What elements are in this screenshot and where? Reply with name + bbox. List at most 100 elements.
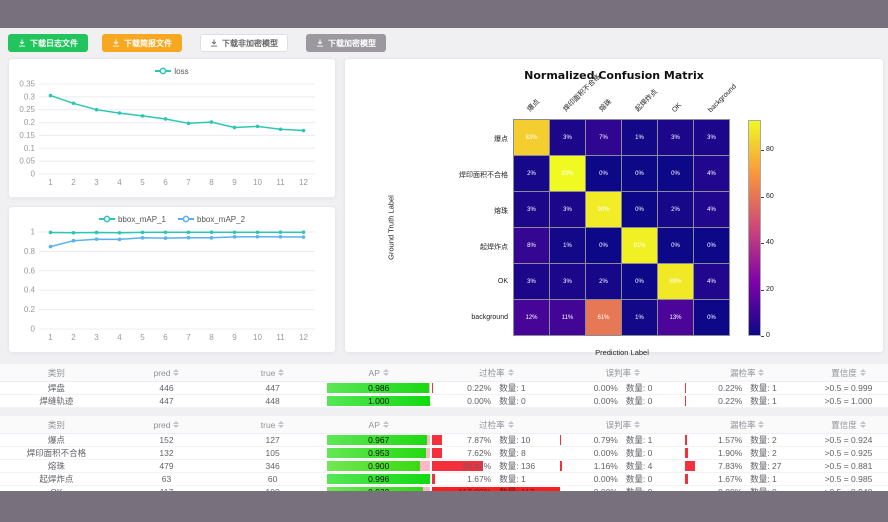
column-header-2[interactable]: pred bbox=[113, 364, 220, 382]
sort-descending-icon[interactable] bbox=[278, 425, 284, 428]
matrix-cell: 8% bbox=[514, 228, 550, 264]
sort-descending-icon[interactable] bbox=[634, 425, 640, 428]
sort-descending-icon[interactable] bbox=[758, 373, 764, 376]
sort-descending-icon[interactable] bbox=[860, 373, 866, 376]
column-header-6[interactable]: 误判率 bbox=[560, 364, 685, 382]
column-header-4[interactable]: AP bbox=[325, 364, 432, 382]
download-button-2[interactable]: 下载简报文件 bbox=[102, 34, 182, 52]
matrix-cell: 0% bbox=[694, 300, 730, 336]
sort-carets-icon[interactable] bbox=[634, 421, 640, 428]
legend-item-bbox_mAP_2[interactable]: bbox_mAP_2 bbox=[178, 215, 245, 224]
sort-descending-icon[interactable] bbox=[508, 373, 514, 376]
sort-carets-icon[interactable] bbox=[383, 369, 389, 376]
rate-count: 数量: 0 bbox=[491, 395, 555, 407]
column-header-7[interactable]: 漏检率 bbox=[685, 364, 808, 382]
svg-text:7: 7 bbox=[186, 333, 191, 342]
svg-text:7: 7 bbox=[186, 178, 191, 187]
sort-carets-icon[interactable] bbox=[278, 369, 284, 376]
column-header-8[interactable]: 置信度 bbox=[809, 416, 888, 434]
ap-bar: 0.986 bbox=[327, 383, 430, 393]
colorbar-tick-label: 40 bbox=[766, 239, 774, 246]
svg-text:0.8: 0.8 bbox=[24, 247, 36, 256]
column-header-label: 漏检率 bbox=[730, 367, 756, 379]
rate-count: 数量: 0 bbox=[618, 395, 681, 407]
svg-text:0.3: 0.3 bbox=[24, 92, 36, 101]
sort-descending-icon[interactable] bbox=[758, 425, 764, 428]
sort-ascending-icon[interactable] bbox=[758, 421, 764, 424]
sort-carets-icon[interactable] bbox=[508, 421, 514, 428]
column-header-3[interactable]: true bbox=[220, 416, 325, 434]
column-header-4[interactable]: AP bbox=[325, 416, 432, 434]
sort-carets-icon[interactable] bbox=[758, 421, 764, 428]
sort-descending-icon[interactable] bbox=[278, 373, 284, 376]
line-chart-canvas: 00.050.10.150.20.250.30.3512345678910111… bbox=[9, 78, 325, 190]
sort-descending-icon[interactable] bbox=[383, 425, 389, 428]
sort-ascending-icon[interactable] bbox=[173, 369, 179, 372]
sort-ascending-icon[interactable] bbox=[860, 369, 866, 372]
sort-ascending-icon[interactable] bbox=[278, 369, 284, 372]
sort-ascending-icon[interactable] bbox=[634, 421, 640, 424]
matrix-cell: 0% bbox=[622, 264, 658, 300]
cell-overdetect-rate: 7.87%数量: 10 bbox=[432, 434, 560, 447]
column-header-7[interactable]: 漏检率 bbox=[685, 416, 808, 434]
sort-descending-icon[interactable] bbox=[860, 425, 866, 428]
matrix-cell: 1% bbox=[622, 300, 658, 336]
sort-carets-icon[interactable] bbox=[278, 421, 284, 428]
column-header-6[interactable]: 误判率 bbox=[560, 416, 685, 434]
sort-descending-icon[interactable] bbox=[508, 425, 514, 428]
column-header-8[interactable]: 置信度 bbox=[809, 364, 888, 382]
matrix-cell: 0% bbox=[694, 228, 730, 264]
download-button-4[interactable]: 下载加密模型 bbox=[306, 34, 386, 52]
column-header-5[interactable]: 过检率 bbox=[432, 416, 560, 434]
sort-ascending-icon[interactable] bbox=[634, 369, 640, 372]
sort-carets-icon[interactable] bbox=[173, 421, 179, 428]
download-button-3[interactable]: 下载非加密模型 bbox=[200, 34, 288, 52]
sort-carets-icon[interactable] bbox=[634, 369, 640, 376]
cell-misjudge-rate: 0.00%数量: 0 bbox=[560, 473, 685, 486]
cell-class-name: 焊盘 bbox=[0, 382, 113, 395]
sort-ascending-icon[interactable] bbox=[508, 421, 514, 424]
sort-ascending-icon[interactable] bbox=[508, 369, 514, 372]
column-header-2[interactable]: pred bbox=[113, 416, 220, 434]
cell-confidence: >0.5 = 0.925 bbox=[809, 447, 888, 460]
sort-descending-icon[interactable] bbox=[173, 373, 179, 376]
ap-value: 0.967 bbox=[327, 435, 430, 445]
sort-ascending-icon[interactable] bbox=[860, 421, 866, 424]
column-header-label: AP bbox=[369, 368, 380, 378]
ap-value: 0.953 bbox=[327, 448, 430, 458]
sort-ascending-icon[interactable] bbox=[173, 421, 179, 424]
download-button-1[interactable]: 下载日志文件 bbox=[8, 34, 88, 52]
column-header-3[interactable]: true bbox=[220, 364, 325, 382]
sort-descending-icon[interactable] bbox=[383, 373, 389, 376]
sort-carets-icon[interactable] bbox=[173, 369, 179, 376]
table-row: 焊盘4464470.9860.22%数量: 10.00%数量: 00.22%数量… bbox=[0, 382, 888, 395]
column-header-5[interactable]: 过检率 bbox=[432, 364, 560, 382]
sort-carets-icon[interactable] bbox=[860, 369, 866, 376]
matrix-cell: 0% bbox=[622, 156, 658, 192]
rate-percent: 0.22% bbox=[432, 383, 491, 393]
matrix-cell: 2% bbox=[586, 264, 622, 300]
colorbar-tick bbox=[761, 197, 764, 198]
sort-ascending-icon[interactable] bbox=[278, 421, 284, 424]
svg-text:1: 1 bbox=[48, 178, 53, 187]
matrix-row-label: 熔珠 bbox=[448, 206, 508, 216]
matrix-col-label: 爆点 bbox=[525, 97, 542, 114]
rate-count: 数量: 8 bbox=[491, 447, 555, 459]
sort-ascending-icon[interactable] bbox=[758, 369, 764, 372]
legend-item-loss[interactable]: loss bbox=[155, 67, 188, 76]
sort-descending-icon[interactable] bbox=[634, 373, 640, 376]
sort-ascending-icon[interactable] bbox=[383, 369, 389, 372]
sort-carets-icon[interactable] bbox=[508, 369, 514, 376]
sort-carets-icon[interactable] bbox=[860, 421, 866, 428]
rate-percent: 7.87% bbox=[432, 435, 491, 445]
sort-carets-icon[interactable] bbox=[758, 369, 764, 376]
column-header-label: pred bbox=[153, 368, 170, 378]
cell-overdetect-rate: 1.67%数量: 1 bbox=[432, 473, 560, 486]
loss-chart-card: loss 00.050.10.150.20.250.30.35123456789… bbox=[8, 58, 336, 198]
column-header-inner: 漏检率 bbox=[685, 367, 808, 379]
legend-item-bbox_mAP_1[interactable]: bbox_mAP_1 bbox=[99, 215, 166, 224]
svg-text:10: 10 bbox=[253, 333, 262, 342]
sort-carets-icon[interactable] bbox=[383, 421, 389, 428]
sort-descending-icon[interactable] bbox=[173, 425, 179, 428]
sort-ascending-icon[interactable] bbox=[383, 421, 389, 424]
